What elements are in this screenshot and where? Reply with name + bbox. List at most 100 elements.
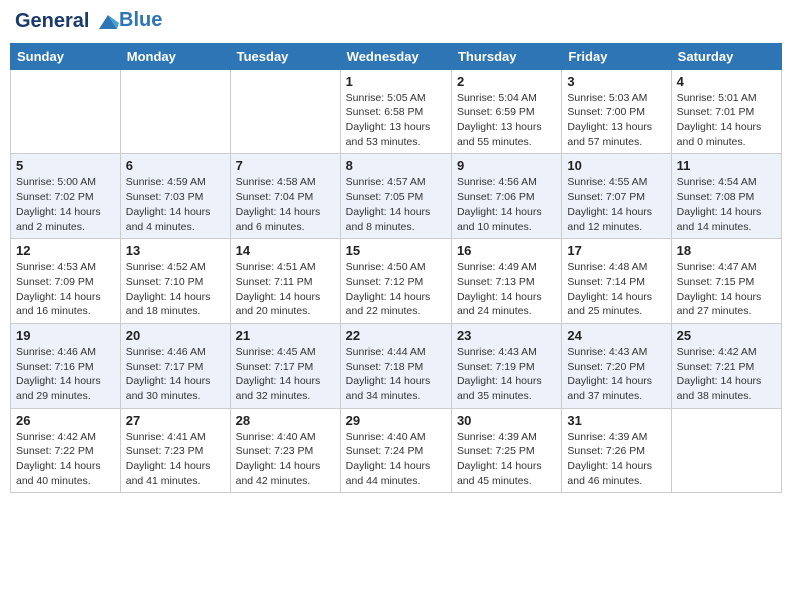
day-info: Sunrise: 4:42 AMSunset: 7:22 PMDaylight:…	[16, 430, 115, 489]
calendar-cell: 22 Sunrise: 4:44 AMSunset: 7:18 PMDayligh…	[340, 323, 451, 408]
day-number: 23	[457, 328, 556, 343]
day-number: 29	[346, 413, 446, 428]
weekday-header: Monday	[120, 43, 230, 69]
calendar-cell: 17 Sunrise: 4:48 AMSunset: 7:14 PMDayligh…	[562, 239, 671, 324]
calendar-cell: 23 Sunrise: 4:43 AMSunset: 7:19 PMDayligh…	[451, 323, 561, 408]
day-info: Sunrise: 4:59 AMSunset: 7:03 PMDaylight:…	[126, 175, 225, 234]
day-number: 1	[346, 74, 446, 89]
day-info: Sunrise: 4:46 AMSunset: 7:16 PMDaylight:…	[16, 345, 115, 404]
day-info: Sunrise: 4:42 AMSunset: 7:21 PMDaylight:…	[677, 345, 776, 404]
day-number: 21	[236, 328, 335, 343]
day-number: 24	[567, 328, 665, 343]
calendar-cell: 10 Sunrise: 4:55 AMSunset: 7:07 PMDayligh…	[562, 154, 671, 239]
day-number: 22	[346, 328, 446, 343]
calendar-cell: 29 Sunrise: 4:40 AMSunset: 7:24 PMDayligh…	[340, 408, 451, 493]
weekday-header-row: SundayMondayTuesdayWednesdayThursdayFrid…	[11, 43, 782, 69]
day-info: Sunrise: 4:53 AMSunset: 7:09 PMDaylight:…	[16, 260, 115, 319]
day-number: 15	[346, 243, 446, 258]
calendar-cell	[11, 69, 121, 154]
calendar-cell: 9 Sunrise: 4:56 AMSunset: 7:06 PMDaylight…	[451, 154, 561, 239]
calendar-cell: 13Sunrise: 4:52 AMSunset: 7:10 PMDayligh…	[120, 239, 230, 324]
logo-general: General	[15, 10, 89, 32]
calendar-week-row: 26 Sunrise: 4:42 AMSunset: 7:22 PMDayligh…	[11, 408, 782, 493]
weekday-header: Friday	[562, 43, 671, 69]
calendar-cell: 25 Sunrise: 4:42 AMSunset: 7:21 PMDayligh…	[671, 323, 781, 408]
calendar-cell	[230, 69, 340, 154]
day-info: Sunrise: 4:47 AMSunset: 7:15 PMDaylight:…	[677, 260, 776, 319]
logo-blue: Blue	[119, 9, 162, 31]
calendar-cell: 2 Sunrise: 5:04 AMSunset: 6:59 PMDaylight…	[451, 69, 561, 154]
day-number: 26	[16, 413, 115, 428]
day-info: Sunrise: 5:01 AMSunset: 7:01 PMDaylight:…	[677, 91, 776, 150]
day-info: Sunrise: 4:50 AMSunset: 7:12 PMDaylight:…	[346, 260, 446, 319]
weekday-header: Thursday	[451, 43, 561, 69]
logo-icon	[97, 11, 119, 33]
day-number: 17	[567, 243, 665, 258]
page: General Blue SundayMondayTues	[0, 0, 792, 612]
day-info: Sunrise: 4:39 AMSunset: 7:25 PMDaylight:…	[457, 430, 556, 489]
day-info: Sunrise: 4:45 AMSunset: 7:17 PMDaylight:…	[236, 345, 335, 404]
calendar-cell: 26 Sunrise: 4:42 AMSunset: 7:22 PMDayligh…	[11, 408, 121, 493]
calendar-cell: 7Sunrise: 4:58 AMSunset: 7:04 PMDaylight…	[230, 154, 340, 239]
day-info: Sunrise: 4:40 AMSunset: 7:24 PMDaylight:…	[346, 430, 446, 489]
day-info: Sunrise: 4:43 AMSunset: 7:19 PMDaylight:…	[457, 345, 556, 404]
day-info: Sunrise: 4:46 AMSunset: 7:17 PMDaylight:…	[126, 345, 225, 404]
day-number: 14	[236, 243, 335, 258]
calendar-week-row: 5 Sunrise: 5:00 AMSunset: 7:02 PMDaylight…	[11, 154, 782, 239]
day-number: 25	[677, 328, 776, 343]
day-number: 4	[677, 74, 776, 89]
calendar-cell	[671, 408, 781, 493]
calendar-cell: 27 Sunrise: 4:41 AMSunset: 7:23 PMDayligh…	[120, 408, 230, 493]
calendar-cell: 18 Sunrise: 4:47 AMSunset: 7:15 PMDayligh…	[671, 239, 781, 324]
day-number: 10	[567, 158, 665, 173]
day-info: Sunrise: 4:56 AMSunset: 7:06 PMDaylight:…	[457, 175, 556, 234]
calendar-cell: 1 Sunrise: 5:05 AMSunset: 6:58 PMDaylight…	[340, 69, 451, 154]
calendar-cell: 15 Sunrise: 4:50 AMSunset: 7:12 PMDayligh…	[340, 239, 451, 324]
day-number: 5	[16, 158, 115, 173]
header: General Blue	[10, 10, 782, 33]
calendar-cell: 12 Sunrise: 4:53 AMSunset: 7:09 PMDayligh…	[11, 239, 121, 324]
day-info: Sunrise: 5:04 AMSunset: 6:59 PMDaylight:…	[457, 91, 556, 150]
day-info: Sunrise: 4:39 AMSunset: 7:26 PMDaylight:…	[567, 430, 665, 489]
day-number: 9	[457, 158, 556, 173]
calendar-cell: 16Sunrise: 4:49 AMSunset: 7:13 PMDayligh…	[451, 239, 561, 324]
calendar-cell: 8 Sunrise: 4:57 AMSunset: 7:05 PMDaylight…	[340, 154, 451, 239]
day-info: Sunrise: 4:43 AMSunset: 7:20 PMDaylight:…	[567, 345, 665, 404]
day-info: Sunrise: 4:51 AMSunset: 7:11 PMDaylight:…	[236, 260, 335, 319]
calendar-cell: 28 Sunrise: 4:40 AMSunset: 7:23 PMDayligh…	[230, 408, 340, 493]
day-number: 16	[457, 243, 556, 258]
logo: General Blue	[15, 10, 162, 33]
calendar-table: SundayMondayTuesdayWednesdayThursdayFrid…	[10, 43, 782, 494]
calendar-cell: 19Sunrise: 4:46 AMSunset: 7:16 PMDayligh…	[11, 323, 121, 408]
day-info: Sunrise: 4:55 AMSunset: 7:07 PMDaylight:…	[567, 175, 665, 234]
calendar-cell: 4 Sunrise: 5:01 AMSunset: 7:01 PMDaylight…	[671, 69, 781, 154]
calendar-week-row: 1 Sunrise: 5:05 AMSunset: 6:58 PMDaylight…	[11, 69, 782, 154]
day-info: Sunrise: 4:57 AMSunset: 7:05 PMDaylight:…	[346, 175, 446, 234]
calendar-cell: 31 Sunrise: 4:39 AMSunset: 7:26 PMDayligh…	[562, 408, 671, 493]
day-number: 8	[346, 158, 446, 173]
day-number: 30	[457, 413, 556, 428]
calendar-cell: 5 Sunrise: 5:00 AMSunset: 7:02 PMDaylight…	[11, 154, 121, 239]
day-info: Sunrise: 4:41 AMSunset: 7:23 PMDaylight:…	[126, 430, 225, 489]
day-info: Sunrise: 4:44 AMSunset: 7:18 PMDaylight:…	[346, 345, 446, 404]
day-info: Sunrise: 5:00 AMSunset: 7:02 PMDaylight:…	[16, 175, 115, 234]
day-info: Sunrise: 4:48 AMSunset: 7:14 PMDaylight:…	[567, 260, 665, 319]
day-number: 27	[126, 413, 225, 428]
calendar-cell: 6 Sunrise: 4:59 AMSunset: 7:03 PMDaylight…	[120, 154, 230, 239]
calendar-cell: 14 Sunrise: 4:51 AMSunset: 7:11 PMDayligh…	[230, 239, 340, 324]
day-number: 6	[126, 158, 225, 173]
weekday-header: Saturday	[671, 43, 781, 69]
weekday-header: Sunday	[11, 43, 121, 69]
day-info: Sunrise: 5:05 AMSunset: 6:58 PMDaylight:…	[346, 91, 446, 150]
calendar-week-row: 12 Sunrise: 4:53 AMSunset: 7:09 PMDayligh…	[11, 239, 782, 324]
day-number: 18	[677, 243, 776, 258]
day-number: 2	[457, 74, 556, 89]
weekday-header: Wednesday	[340, 43, 451, 69]
day-number: 28	[236, 413, 335, 428]
day-number: 3	[567, 74, 665, 89]
day-number: 31	[567, 413, 665, 428]
calendar-cell: 24 Sunrise: 4:43 AMSunset: 7:20 PMDayligh…	[562, 323, 671, 408]
day-number: 7	[236, 158, 335, 173]
day-number: 12	[16, 243, 115, 258]
day-info: Sunrise: 4:40 AMSunset: 7:23 PMDaylight:…	[236, 430, 335, 489]
